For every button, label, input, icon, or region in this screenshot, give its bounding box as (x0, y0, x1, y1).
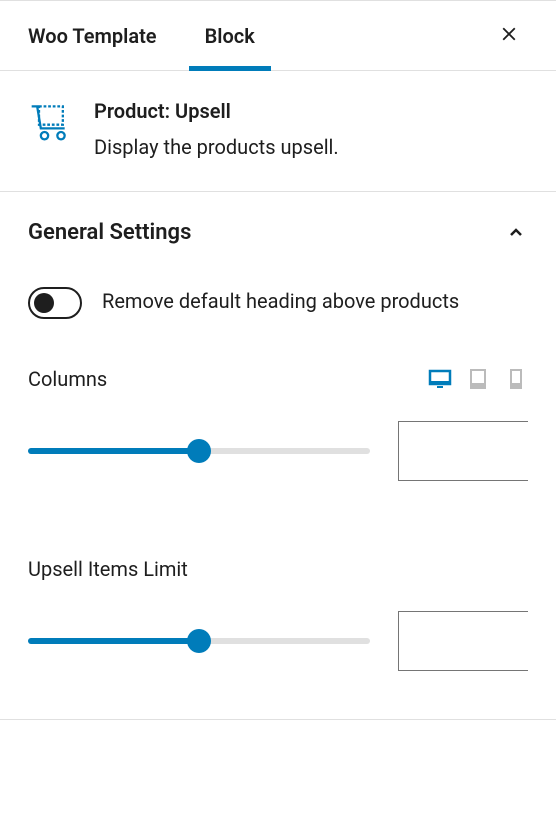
close-icon (498, 23, 520, 45)
upsell-limit-label: Upsell Items Limit (28, 557, 188, 581)
section-header-general[interactable]: General Settings (28, 192, 528, 269)
tablet-icon[interactable] (466, 367, 490, 391)
field-row-columns: Columns (28, 329, 528, 391)
toggle-remove-heading[interactable] (28, 287, 82, 319)
setting-remove-heading: Remove default heading above products (28, 269, 528, 329)
slider-thumb (187, 439, 211, 463)
section-general-settings: General Settings Remove default heading … (0, 192, 556, 720)
mobile-icon[interactable] (504, 367, 528, 391)
upsell-limit-input[interactable] (399, 612, 556, 670)
section-title: General Settings (28, 220, 191, 245)
field-row-upsell-limit: Upsell Items Limit (28, 519, 528, 581)
columns-number-input (398, 421, 528, 481)
upsell-limit-control-row (28, 581, 528, 709)
upsell-limit-number-input (398, 611, 528, 671)
block-description: Display the products upsell. (94, 135, 528, 159)
close-button[interactable] (490, 15, 528, 57)
slider-fill (28, 638, 199, 644)
toggle-label: Remove default heading above products (102, 287, 459, 315)
columns-control-row (28, 391, 528, 519)
columns-slider[interactable] (28, 439, 370, 463)
panel-tabs: Woo Template Block (0, 1, 556, 71)
slider-fill (28, 448, 199, 454)
block-settings-panel: Woo Template Block Product: Upsell Displ… (0, 0, 556, 720)
upsell-limit-slider[interactable] (28, 629, 370, 653)
tab-woo-template[interactable]: Woo Template (28, 2, 157, 70)
slider-thumb (187, 629, 211, 653)
tab-block[interactable]: Block (205, 2, 255, 70)
cart-icon (28, 99, 72, 143)
chevron-up-icon (504, 221, 528, 245)
columns-label: Columns (28, 367, 107, 391)
block-info: Product: Upsell Display the products ups… (94, 99, 528, 159)
responsive-device-selector (428, 367, 528, 391)
block-header: Product: Upsell Display the products ups… (0, 71, 556, 192)
columns-input[interactable] (399, 422, 556, 480)
block-title: Product: Upsell (94, 99, 528, 123)
section-content: Remove default heading above products Co… (28, 269, 528, 719)
toggle-knob (34, 293, 54, 313)
desktop-icon[interactable] (428, 367, 452, 391)
